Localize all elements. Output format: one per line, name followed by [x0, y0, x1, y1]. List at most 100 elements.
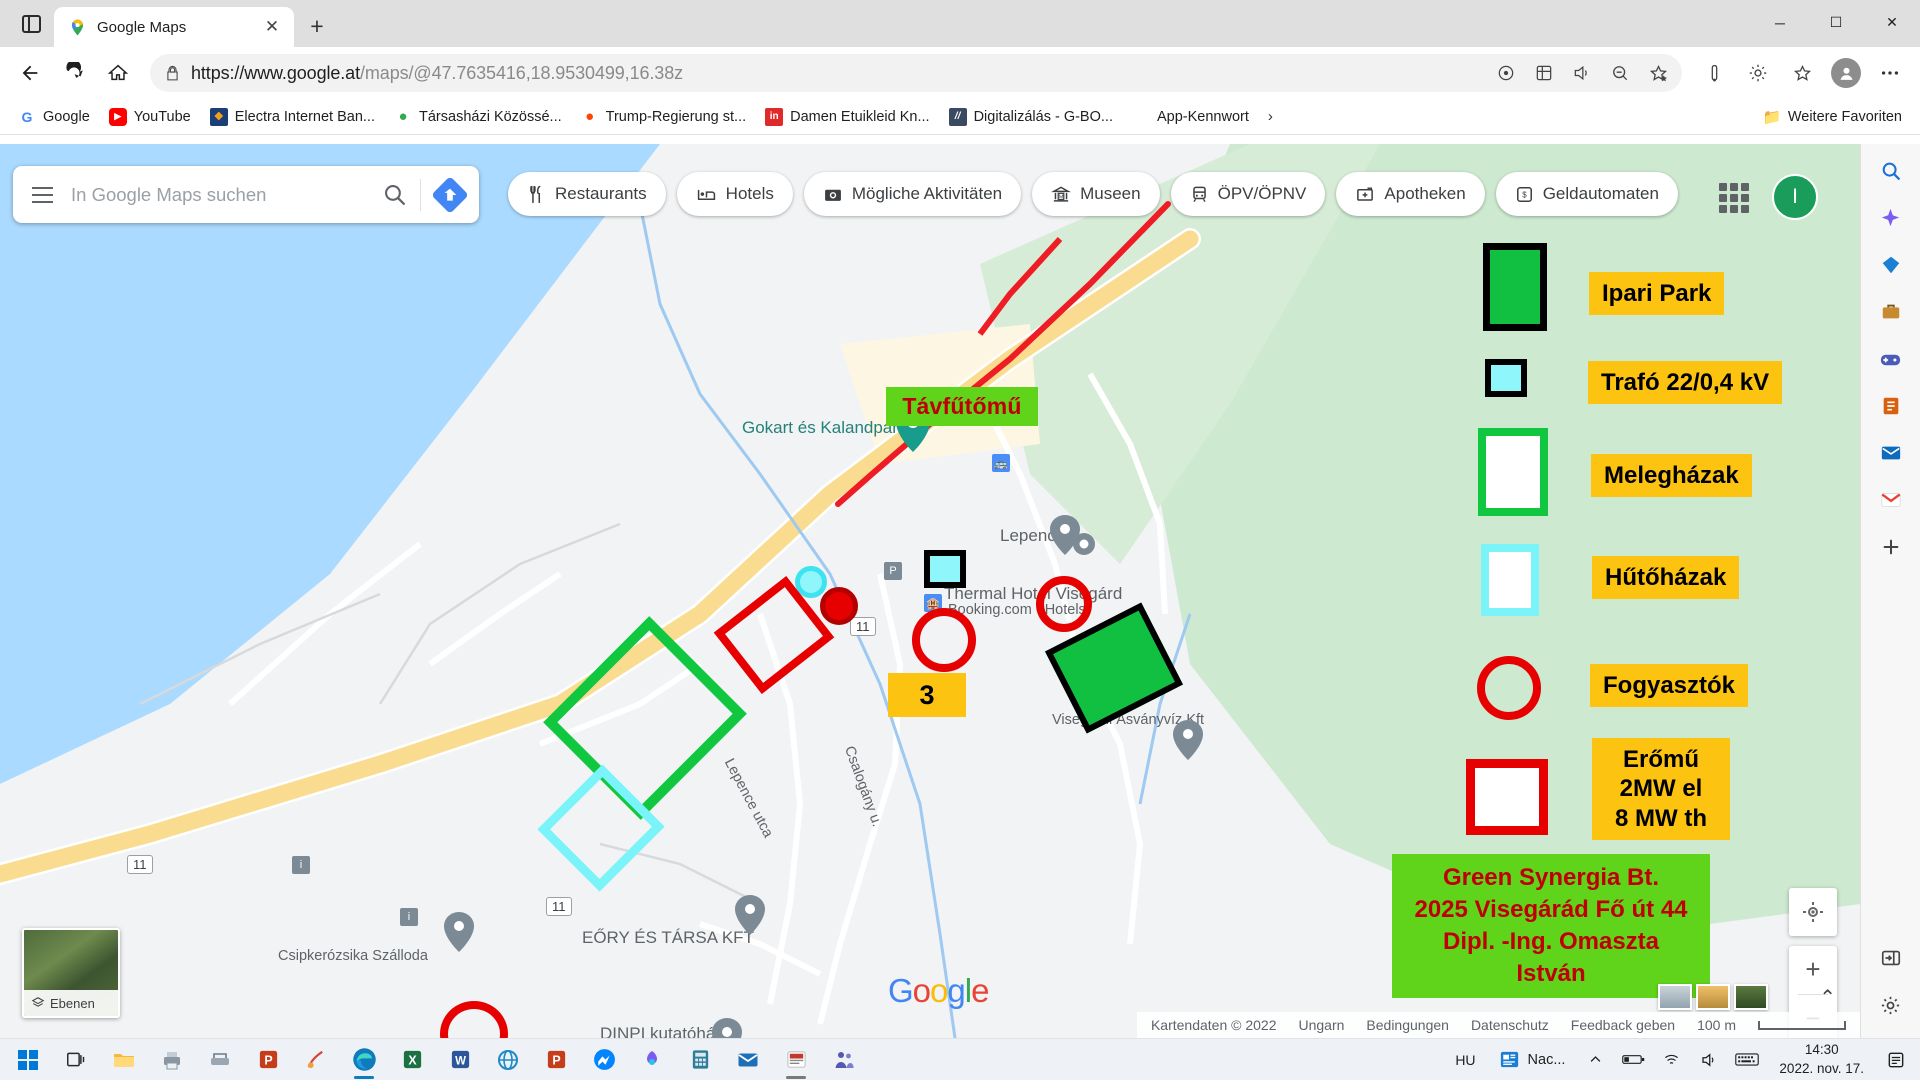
bookmark-item[interactable]: App-Kennwort	[1124, 103, 1257, 131]
add-sidebar-icon[interactable]	[1874, 530, 1908, 564]
outlook-icon[interactable]	[1874, 436, 1908, 470]
info-icon[interactable]: i	[292, 856, 310, 874]
location-icon[interactable]	[1488, 57, 1524, 89]
info-icon[interactable]: i	[400, 908, 418, 926]
search-icon[interactable]	[368, 182, 420, 207]
tools-icon[interactable]	[1874, 295, 1908, 329]
close-window-button[interactable]: ✕	[1864, 0, 1920, 45]
excel-icon[interactable]: X	[388, 1040, 436, 1080]
maps-search-panel[interactable]	[13, 166, 479, 223]
other-favorites-folder[interactable]: 📁 Weitere Favoriten	[1755, 103, 1910, 131]
tab-actions-button[interactable]	[8, 5, 54, 43]
language-indicator[interactable]: HU	[1449, 1052, 1481, 1068]
imagery-thumb[interactable]	[1696, 984, 1730, 1010]
layers-label: Ebenen	[50, 995, 95, 1011]
sidebar-toggle-icon[interactable]	[1874, 941, 1908, 975]
account-avatar[interactable]: I	[1772, 174, 1818, 220]
reload-button[interactable]	[54, 53, 94, 93]
my-location-icon[interactable]	[1789, 888, 1837, 936]
paint-icon[interactable]	[292, 1040, 340, 1080]
new-tab-button[interactable]: +	[300, 9, 334, 43]
notification-center-icon[interactable]	[1882, 1046, 1910, 1074]
address-bar[interactable]: https://www.google.at/maps/@47.7635416,1…	[150, 54, 1682, 92]
bookmark-item[interactable]: in Damen Etuikleid Kn...	[757, 103, 937, 131]
svg-text:W: W	[455, 1055, 466, 1067]
attribution-feedback[interactable]: Feedback geben	[1571, 1017, 1675, 1033]
bookmark-item[interactable]: G Google	[10, 103, 98, 131]
word-icon[interactable]: W	[436, 1040, 484, 1080]
bookmarks-overflow-button[interactable]: ›	[1260, 104, 1281, 129]
zoom-out-icon[interactable]	[1602, 57, 1638, 89]
news-and-interests[interactable]: Nac...	[1492, 1048, 1572, 1071]
task-view-icon[interactable]	[52, 1040, 100, 1080]
chip-restaurants[interactable]: Restaurants	[508, 172, 666, 216]
google-maps-canvas[interactable]: Gokart és Kalandpark Lepence Thermal Hot…	[0, 144, 1860, 1038]
attribution-terms[interactable]: Bedingungen	[1366, 1017, 1449, 1033]
browser-tab[interactable]: Google Maps ✕	[54, 7, 294, 47]
chip-museums[interactable]: M Museen	[1032, 172, 1160, 216]
bus-stop-icon[interactable]: 🚌	[992, 454, 1010, 472]
favorite-star-icon[interactable]	[1640, 57, 1676, 89]
maximize-button[interactable]: ☐	[1808, 0, 1864, 45]
bookmark-item[interactable]: ● Trump-Regierung st...	[573, 103, 754, 131]
chip-activities[interactable]: Mögliche Aktivitäten	[803, 172, 1022, 216]
profile-avatar[interactable]	[1826, 53, 1866, 93]
home-button[interactable]	[98, 53, 138, 93]
arm-app-icon[interactable]	[772, 1040, 820, 1080]
chip-atms[interactable]: $ Geldautomaten	[1495, 172, 1678, 216]
bookmark-item[interactable]: ● Társasházi Közössé...	[386, 103, 570, 131]
games-icon[interactable]	[1874, 342, 1908, 376]
settings-gear-icon[interactable]	[1874, 988, 1908, 1022]
keyboard-icon[interactable]	[1733, 1046, 1761, 1074]
collections-split-icon[interactable]	[1782, 53, 1822, 93]
directions-icon[interactable]	[421, 177, 479, 212]
minimize-button[interactable]: ─	[1752, 0, 1808, 45]
gmail-icon[interactable]	[1874, 483, 1908, 517]
back-button[interactable]	[10, 53, 50, 93]
copilot-icon[interactable]	[1874, 201, 1908, 235]
imagery-thumbnails[interactable]	[1658, 984, 1768, 1010]
bookmark-item[interactable]: ▶ YouTube	[101, 103, 199, 131]
windows-start-icon[interactable]	[4, 1040, 52, 1080]
photos-icon[interactable]	[628, 1040, 676, 1080]
more-options-icon[interactable]	[1870, 53, 1910, 93]
collections-icon[interactable]	[1526, 57, 1562, 89]
battery-icon[interactable]	[1619, 1046, 1647, 1074]
mail-icon[interactable]	[724, 1040, 772, 1080]
show-hidden-icons-chevron[interactable]	[1581, 1046, 1609, 1074]
powerpoint2-icon[interactable]: P	[532, 1040, 580, 1080]
calculator-icon[interactable]	[676, 1040, 724, 1080]
shopping-gem-icon[interactable]	[1874, 248, 1908, 282]
printer-icon[interactable]	[148, 1040, 196, 1080]
clock[interactable]: 14:30 2022. nov. 17.	[1771, 1041, 1872, 1077]
bookmark-item[interactable]: // Digitalizálás - G-BO...	[941, 103, 1121, 131]
messenger-icon[interactable]	[580, 1040, 628, 1080]
chip-pharmacies[interactable]: Apotheken	[1336, 172, 1485, 216]
file-explorer-icon[interactable]	[100, 1040, 148, 1080]
expand-imagery-icon[interactable]: ⌃	[1819, 985, 1836, 1010]
bookmark-item[interactable]: ❖ Electra Internet Ban...	[202, 103, 383, 131]
attribution-privacy[interactable]: Datenschutz	[1471, 1017, 1549, 1033]
settings-gear-icon[interactable]	[1738, 53, 1778, 93]
imagery-thumb[interactable]	[1734, 984, 1768, 1010]
office-icon[interactable]	[1874, 389, 1908, 423]
tab-close-button[interactable]: ✕	[259, 14, 285, 40]
hamburger-menu-icon[interactable]	[13, 186, 71, 203]
edge-icon[interactable]	[340, 1040, 388, 1080]
teams-icon[interactable]	[820, 1040, 868, 1080]
pen-icon[interactable]	[1694, 53, 1734, 93]
powerpoint-icon[interactable]: P	[244, 1040, 292, 1080]
read-aloud-icon[interactable]	[1564, 57, 1600, 89]
wifi-icon[interactable]	[1657, 1046, 1685, 1074]
search-input[interactable]	[71, 183, 368, 206]
explorer-globe-icon[interactable]	[484, 1040, 532, 1080]
search-icon[interactable]	[1874, 154, 1908, 188]
parking-icon[interactable]: P	[884, 562, 902, 580]
scanner-icon[interactable]	[196, 1040, 244, 1080]
chip-transit[interactable]: ÖPV/ÖPNV	[1170, 172, 1326, 216]
imagery-thumb[interactable]	[1658, 984, 1692, 1010]
layers-thumbnail[interactable]: Ebenen	[22, 928, 120, 1018]
google-apps-grid-icon[interactable]	[1716, 180, 1752, 216]
volume-icon[interactable]	[1695, 1046, 1723, 1074]
chip-hotels[interactable]: Hotels	[676, 172, 793, 216]
